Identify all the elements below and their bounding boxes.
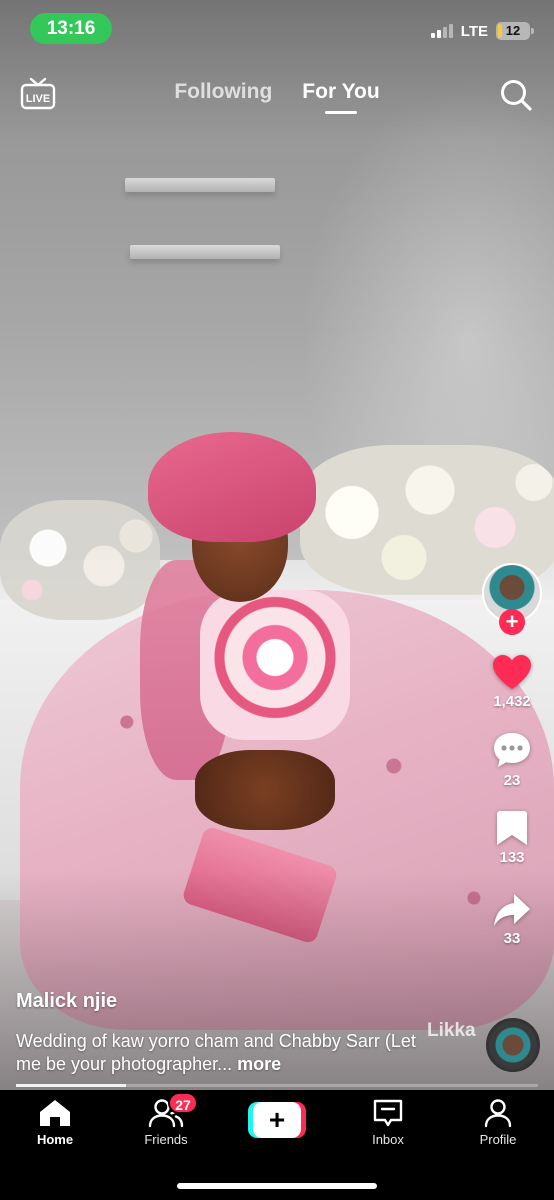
tab-following[interactable]: Following [174,80,272,104]
search-icon[interactable] [499,78,533,112]
like-count: 1,432 [493,693,531,710]
comment-icon[interactable] [491,730,533,770]
bookmark-action[interactable]: 133 [495,809,529,866]
network-label: LTE [460,22,488,40]
sound-label[interactable]: Likka [427,1020,476,1042]
pink-headwrap [148,432,316,542]
wall-shelf [125,178,275,192]
home-icon [40,1100,70,1126]
comment-count: 23 [503,772,521,789]
friends-badge: 27 [168,1092,198,1114]
tab-friends[interactable]: 27 Friends [121,1092,211,1147]
flowers-left [0,500,160,620]
tab-profile[interactable]: Profile [453,1098,543,1147]
hands [195,750,335,830]
author-name[interactable]: Malick njie [16,990,117,1013]
profile-icon [484,1099,512,1128]
active-tab-indicator [324,111,357,114]
more-link[interactable]: more [237,1054,281,1074]
tab-inbox-label: Inbox [372,1132,404,1147]
feed-tabs: Following For You [0,80,554,114]
tab-for-you[interactable]: For You [302,80,380,114]
wall-shelf [130,245,280,259]
tab-for-you-label: For You [302,80,380,103]
status-indicators: LTE 12 [430,22,534,40]
video-progress-fill [16,1084,126,1087]
video-progress-bar[interactable] [16,1084,538,1087]
sound-disc-icon[interactable] [486,1018,540,1072]
heart-icon[interactable] [491,653,533,691]
embroidered-bodice [200,590,350,740]
caption-text: Wedding of kaw yorro cham and Chabby Sar… [16,1031,416,1074]
tab-home-label: Home [36,1132,74,1147]
bookmark-icon[interactable] [495,809,529,847]
tab-friends-label: Friends [144,1132,188,1147]
tab-home[interactable]: Home [10,1098,100,1147]
battery-icon: 12 [496,22,534,40]
follow-button[interactable]: + [499,609,525,635]
battery-level: 12 [505,23,521,38]
share-icon[interactable] [492,892,532,928]
inbox-icon [373,1099,403,1127]
bookmark-count: 133 [499,849,525,866]
share-action[interactable]: 33 [492,892,532,947]
like-action[interactable]: 1,432 [491,653,533,710]
signal-icon [430,24,453,38]
post-caption[interactable]: Wedding of kaw yorro cham and Chabby Sar… [16,1030,426,1076]
action-rail: + 1,432 23 133 33 [481,563,543,947]
video-player[interactable] [0,0,554,1090]
share-count: 33 [503,930,521,947]
create-icon: + [253,1102,301,1138]
tab-profile-label: Profile [479,1132,517,1147]
follow-plus: + [505,609,519,634]
comment-action[interactable]: 23 [491,730,533,789]
create-button[interactable]: + [248,1102,306,1138]
home-indicator [177,1183,377,1189]
tab-inbox[interactable]: Inbox [343,1098,433,1147]
status-time: 13:16 [30,13,112,44]
